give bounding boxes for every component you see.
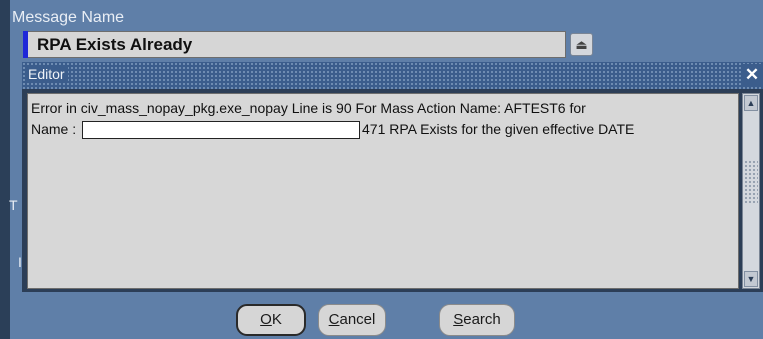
close-icon[interactable]: ✕ <box>743 64 761 85</box>
scroll-down-icon[interactable]: ▼ <box>744 271 758 287</box>
scroll-thumb[interactable] <box>744 160 758 204</box>
cancel-button[interactable]: Cancel <box>318 304 386 336</box>
message-line-2-suffix: 471 RPA Exists for the given effective D… <box>362 121 635 137</box>
scroll-up-icon[interactable]: ▲ <box>744 95 758 111</box>
message-name-field[interactable]: RPA Exists Already <box>23 31 566 58</box>
editor-text-area[interactable]: Error in civ_mass_nopay_pkg.exe_nopay Li… <box>27 93 739 289</box>
search-label-rest: earch <box>463 311 501 328</box>
message-line-2: Name : 471 RPA Exists for the given effe… <box>31 121 635 140</box>
ok-mnemonic: O <box>260 311 272 328</box>
partial-label-letter: T <box>9 197 18 213</box>
ok-button[interactable]: OK <box>236 304 306 336</box>
editor-title-bar[interactable]: Editor ✕ <box>22 62 763 89</box>
redacted-value-box <box>82 121 361 140</box>
cancel-mnemonic: C <box>328 311 340 328</box>
search-mnemonic: S <box>453 311 464 328</box>
ok-label-rest: K <box>271 311 282 328</box>
window-edge <box>0 0 10 339</box>
editor-title: Editor <box>25 66 68 82</box>
cancel-label-rest: ancel <box>339 311 376 328</box>
search-button[interactable]: Search <box>439 304 515 336</box>
message-name-label: Message Name <box>12 9 125 26</box>
message-line-2-prefix: Name : <box>31 121 77 137</box>
editor-dialog: Editor ✕ Error in civ_mass_nopay_pkg.exe… <box>22 62 763 292</box>
message-line-1: Error in civ_mass_nopay_pkg.exe_nopay Li… <box>31 100 586 116</box>
vertical-scrollbar[interactable]: ▲ ▼ <box>742 93 760 289</box>
lov-up-icon[interactable]: ⏏ <box>570 33 593 56</box>
